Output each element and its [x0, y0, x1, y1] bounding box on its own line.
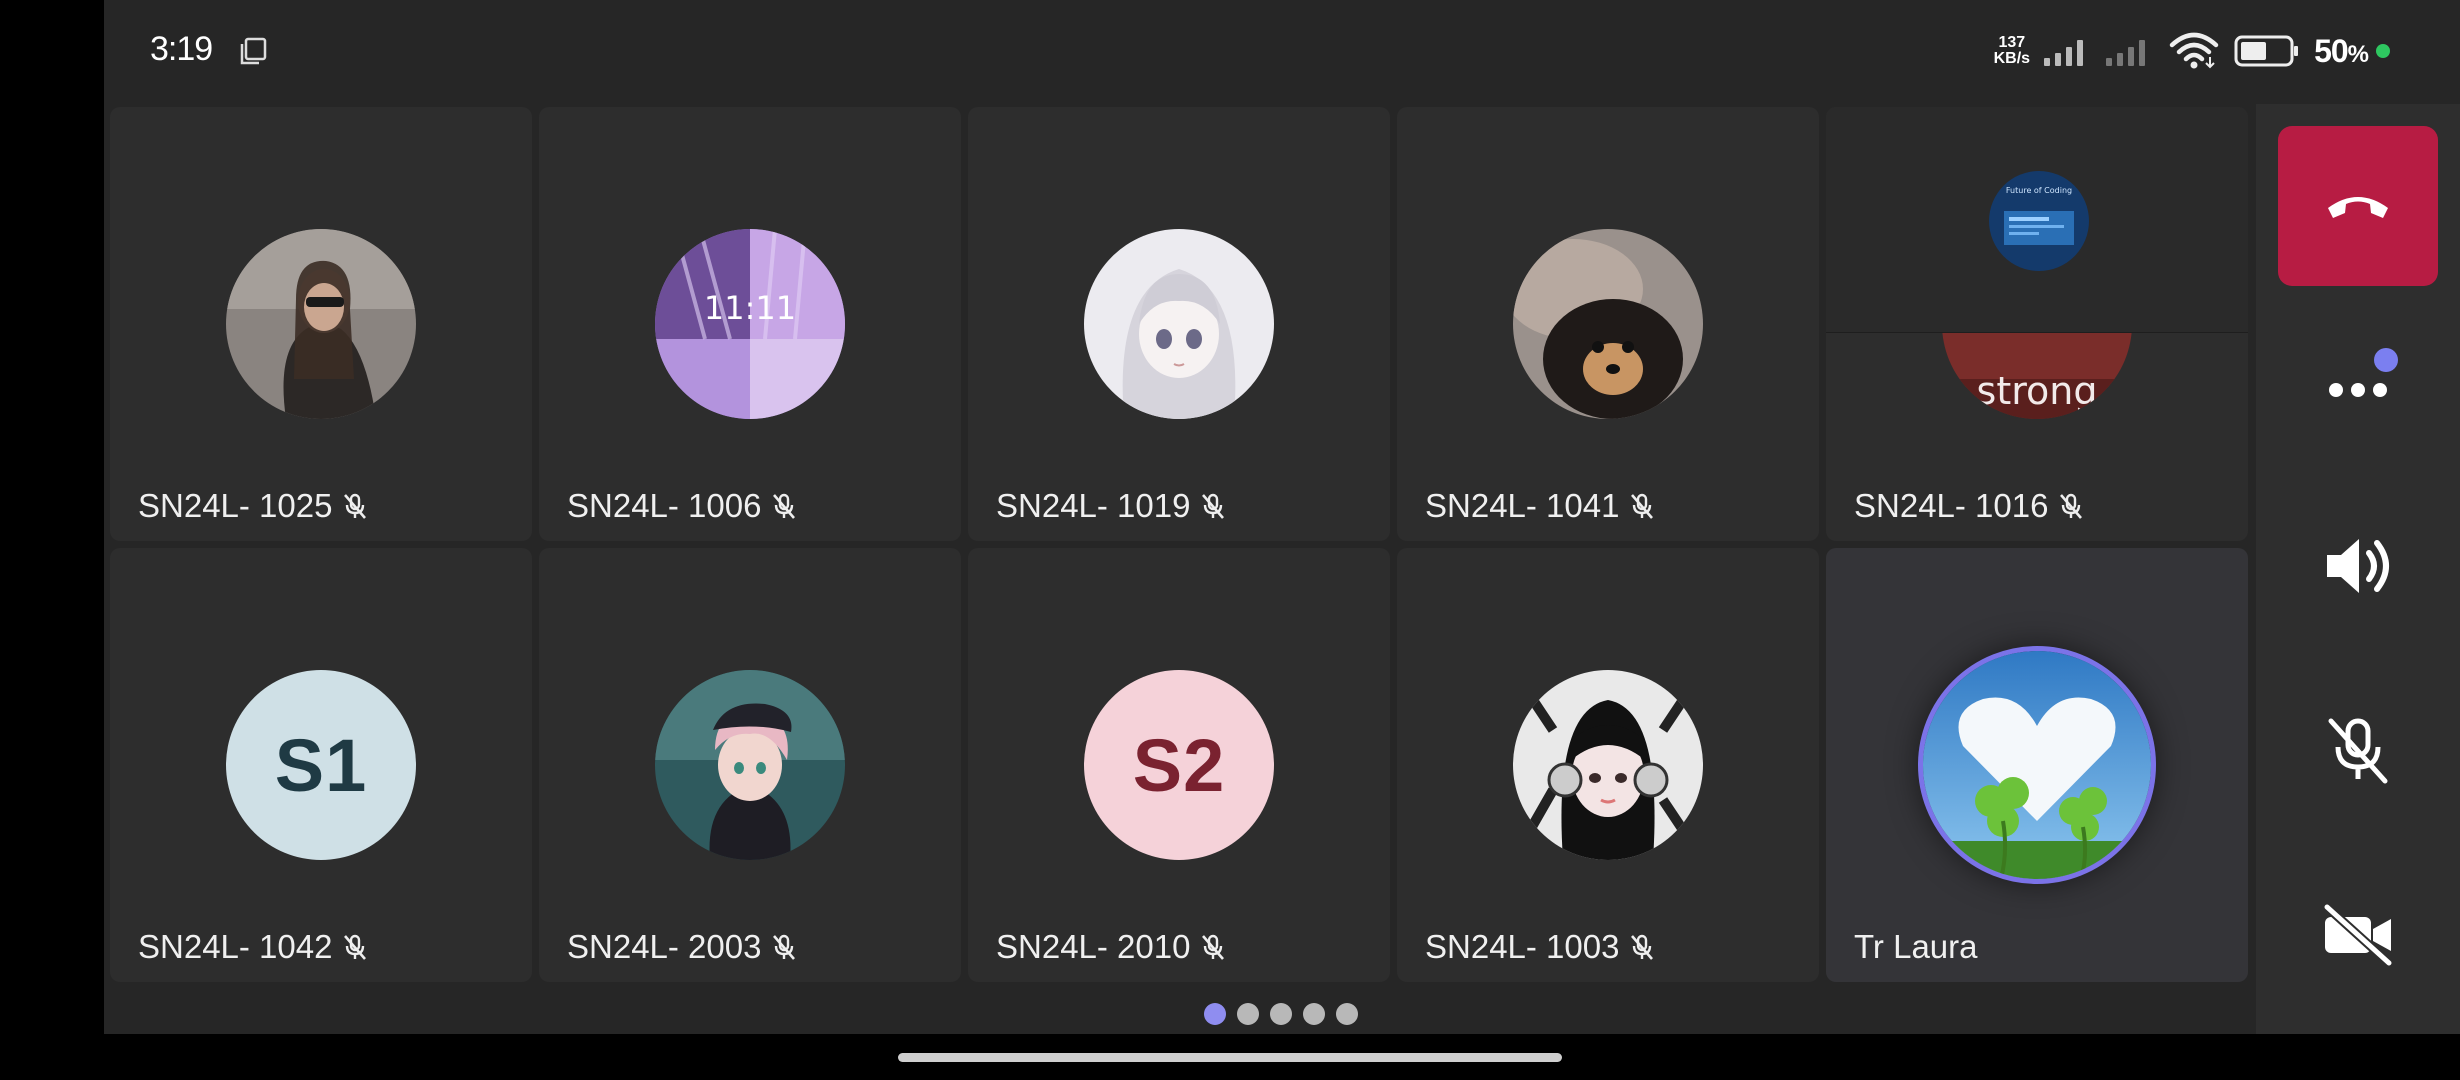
participant-name: SN24L- 1025	[138, 487, 333, 524]
camera-off-icon	[2323, 903, 2393, 967]
page-dot-active[interactable]	[1204, 1003, 1226, 1025]
avatar: S1	[226, 670, 416, 860]
participant-name: SN24L- 1003	[1425, 928, 1620, 965]
avatar	[1513, 229, 1703, 419]
notification-dot	[2374, 348, 2398, 372]
mic-muted-icon	[773, 934, 796, 960]
participant-name: SN24L- 1016	[1854, 487, 2049, 524]
avatar: 11:11	[655, 229, 845, 419]
signal-1-icon	[2044, 36, 2092, 66]
page-dot[interactable]	[1237, 1003, 1259, 1025]
avatar-overlay-text: 11:11	[704, 289, 796, 327]
participant-name: SN24L- 2003	[567, 928, 762, 965]
battery-suffix: %	[2347, 40, 2369, 68]
participant-tile-active[interactable]: Tr Laura	[1826, 548, 2248, 982]
share-preview-text: Future of Coding	[2006, 186, 2072, 195]
page-dot[interactable]	[1303, 1003, 1325, 1025]
participant-tile[interactable]: S2 SN24L- 2010	[968, 548, 1390, 982]
mic-muted-icon	[773, 493, 796, 519]
participant-label: SN24L- 1041	[1425, 487, 1657, 525]
participant-tile[interactable]: SN24L- 1003	[1397, 548, 1819, 982]
participant-label: Tr Laura	[1854, 928, 1978, 966]
net-speed-value: 137	[1998, 34, 2026, 51]
participant-name: SN24L- 1019	[996, 487, 1191, 524]
participant-name: SN24L- 1041	[1425, 487, 1620, 524]
avatar	[1084, 229, 1274, 419]
mic-off-icon	[2328, 718, 2388, 784]
net-speed-unit: KB/s	[1993, 50, 2031, 67]
network-speed: 137 KB/s	[1994, 35, 2030, 67]
hang-up-icon	[2328, 197, 2388, 218]
participant-tile[interactable]: SN24L- 2003	[539, 548, 961, 982]
mic-muted-icon	[1202, 493, 1225, 519]
participant-label: SN24L- 2003	[567, 928, 799, 966]
participant-tile[interactable]: SN24L- 1019	[968, 107, 1390, 541]
status-bar: 3:19 137 KB/s 50%	[104, 0, 2460, 104]
screen-share-thumbnail: Future of Coding	[1989, 171, 2089, 271]
page-dot[interactable]	[1336, 1003, 1358, 1025]
mic-muted-icon	[344, 934, 367, 960]
end-call-button[interactable]	[2278, 126, 2438, 286]
mic-muted-icon	[1631, 934, 1654, 960]
participant-label: SN24L- 2010	[996, 928, 1228, 966]
screen-share-preview[interactable]: Future of Coding	[1826, 107, 2248, 333]
participant-name: SN24L- 1042	[138, 928, 333, 965]
battery-icon	[2234, 35, 2299, 67]
participant-label: SN24L- 1019	[996, 487, 1228, 525]
mic-muted-icon	[1202, 934, 1225, 960]
clock: 3:19	[150, 30, 213, 68]
page-indicator[interactable]	[1204, 1003, 1358, 1025]
battery-percent: 50%	[2314, 32, 2369, 70]
avatar-initials: S1	[274, 723, 368, 807]
microphone-button[interactable]	[2278, 670, 2438, 830]
mic-muted-icon	[344, 493, 367, 519]
page-dot[interactable]	[1270, 1003, 1292, 1025]
mic-muted-icon	[2060, 493, 2083, 519]
avatar-initials: S2	[1132, 723, 1226, 807]
avatar	[1513, 670, 1703, 860]
screen-record-icon	[240, 37, 267, 65]
speaker-button[interactable]	[2278, 486, 2438, 646]
participant-name: SN24L- 2010	[996, 928, 1191, 965]
camera-button[interactable]	[2278, 854, 2438, 1014]
avatar	[655, 670, 845, 860]
more-options-button[interactable]	[2278, 310, 2438, 470]
participant-label: SN24L- 1003	[1425, 928, 1657, 966]
participant-tile[interactable]: SN24L- 1041	[1397, 107, 1819, 541]
home-indicator[interactable]	[898, 1053, 1562, 1062]
more-options-icon	[2329, 383, 2387, 397]
participant-name: SN24L- 1006	[567, 487, 762, 524]
active-speaker-avatar	[1918, 646, 2156, 884]
signal-2-icon	[2106, 36, 2154, 66]
participant-tile[interactable]: 11:11 SN24L- 1006	[539, 107, 961, 541]
participant-label: SN24L- 1016	[1854, 487, 2086, 525]
battery-value: 50	[2314, 32, 2349, 69]
call-controls	[2256, 104, 2460, 1034]
participant-tile[interactable]: S1 SN24L- 1042	[110, 548, 532, 982]
participant-tile[interactable]: SN24L- 1025	[110, 107, 532, 541]
mic-muted-icon	[1631, 493, 1654, 519]
participant-label: SN24L- 1025	[138, 487, 370, 525]
status-icons: 137 KB/s 50%	[1994, 28, 2390, 74]
wifi-icon	[2169, 32, 2219, 69]
speaker-icon	[2327, 539, 2389, 593]
participant-label: SN24L- 1006	[567, 487, 799, 525]
avatar-overlay-text: strong	[1977, 369, 2098, 413]
avatar	[226, 229, 416, 419]
call-screen: 3:19 137 KB/s 50% SN24L- 1025 11:11 SN24…	[104, 0, 2460, 1034]
avatar: S2	[1084, 670, 1274, 860]
participant-tile[interactable]: strong Future of Coding SN24L- 1016	[1826, 107, 2248, 541]
participant-name: Tr Laura	[1854, 928, 1978, 965]
participant-label: SN24L- 1042	[138, 928, 370, 966]
privacy-indicator	[2376, 44, 2390, 58]
